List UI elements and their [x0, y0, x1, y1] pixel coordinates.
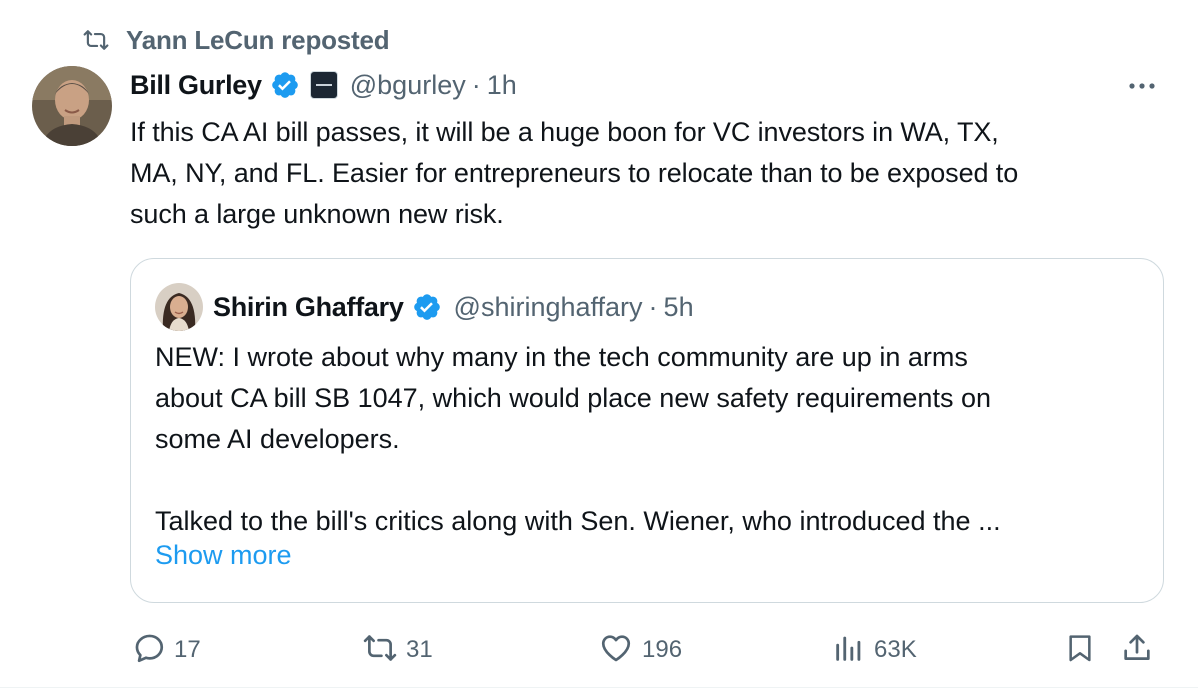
affiliate-badge-icon[interactable] [309, 71, 338, 99]
tweet-header: Bill Gurley @bgurley · 1h [130, 66, 517, 104]
show-more-link[interactable]: Show more [155, 540, 292, 571]
tweet-text-line: If this CA AI bill passes, it will be a … [130, 117, 999, 147]
quote-text-line: some AI developers. [155, 424, 400, 454]
heart-icon [598, 631, 634, 670]
like-button[interactable]: 196 [598, 630, 682, 670]
share-icon [1120, 631, 1154, 670]
separator-dot: · [648, 291, 658, 322]
tweet-text-line: such a large unknown new risk. [130, 199, 504, 229]
quote-timestamp: 5h [663, 291, 694, 322]
repost-icon [78, 22, 114, 58]
quote-author-name: Shirin Ghaffary [213, 291, 404, 322]
avatar[interactable] [32, 66, 112, 146]
bookmark-button[interactable] [1064, 630, 1096, 670]
like-count: 196 [642, 636, 683, 663]
quote-text: NEW: I wrote about why many in the tech … [155, 337, 1145, 542]
quote-text-line: about CA bill SB 1047, which would place… [155, 383, 991, 413]
reply-count: 17 [174, 636, 201, 663]
reply-button[interactable]: 17 [132, 630, 201, 670]
separator-dot: · [471, 69, 481, 100]
more-options-icon[interactable] [1124, 68, 1160, 104]
quote-text-line: NEW: I wrote about why many in the tech … [155, 342, 968, 372]
author-name[interactable]: Bill Gurley [130, 70, 262, 101]
action-bar: 17 31 196 63K [128, 630, 1168, 670]
tweet-text: If this CA AI bill passes, it will be a … [130, 112, 1170, 235]
quote-author-handle: @shiringhaffary [453, 291, 643, 322]
quote-header: Shirin Ghaffary @shiringhaffary · 5h [155, 283, 694, 331]
views-button[interactable]: 63K [832, 630, 917, 670]
share-button[interactable] [1120, 630, 1154, 670]
author-handle[interactable]: @bgurley [350, 70, 466, 101]
verified-badge-icon[interactable] [270, 70, 300, 100]
timestamp[interactable]: 1h [487, 70, 517, 101]
view-count: 63K [874, 636, 917, 663]
quoted-tweet[interactable]: Shirin Ghaffary @shiringhaffary · 5h NEW… [130, 258, 1164, 603]
analytics-icon [832, 631, 866, 670]
repost-icon [362, 631, 398, 670]
quote-verified-badge-icon [412, 292, 442, 322]
quote-text-line [155, 460, 1145, 501]
quote-avatar[interactable] [155, 283, 203, 331]
repost-context[interactable]: Yann LeCun reposted [78, 22, 390, 58]
tweet-text-line: MA, NY, and FL. Easier for entrepreneurs… [130, 158, 1019, 188]
reply-icon [132, 631, 166, 670]
quote-text-line: Talked to the bill's critics along with … [155, 506, 1001, 536]
bookmark-icon [1064, 631, 1096, 670]
tweet[interactable]: Yann LeCun reposted Bill Gurley @bgurley… [0, 0, 1198, 688]
repost-text: Yann LeCun reposted [126, 24, 390, 55]
repost-count: 31 [406, 636, 433, 663]
repost-button[interactable]: 31 [362, 630, 433, 670]
